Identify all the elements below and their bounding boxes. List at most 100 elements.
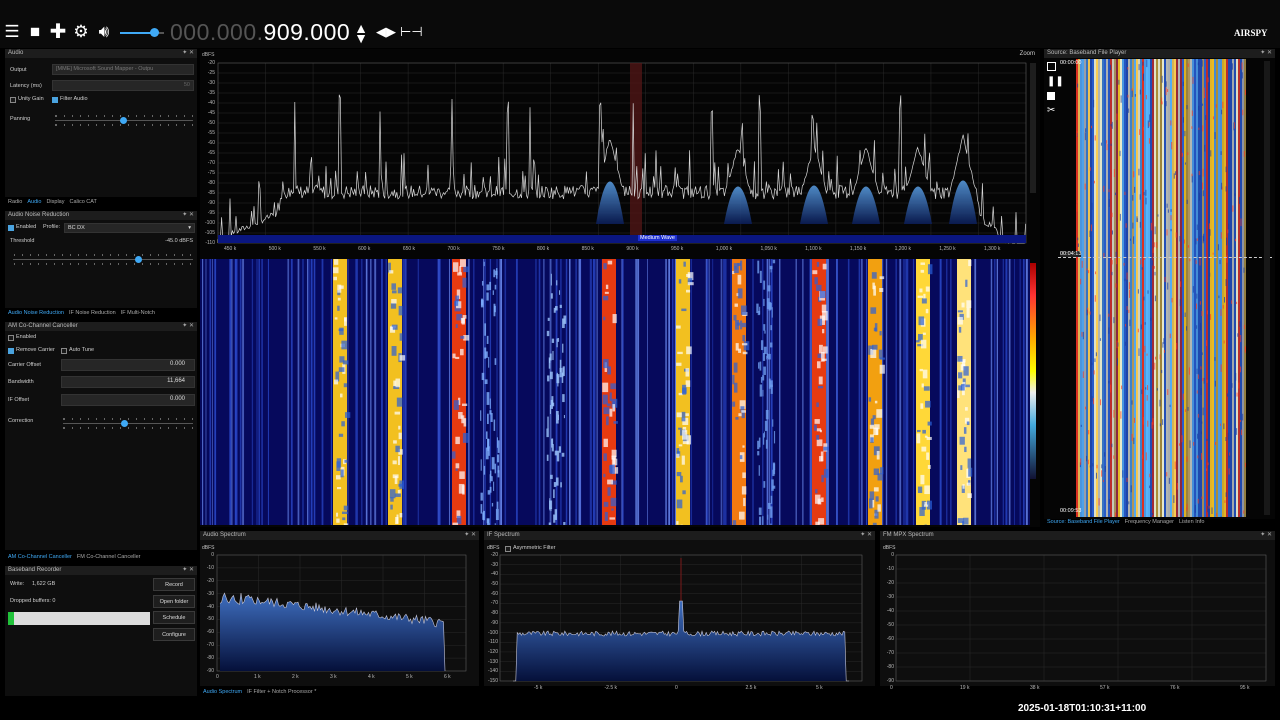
schedule-button[interactable]: Schedule [153, 611, 195, 624]
main-ytick: -100 [204, 220, 215, 226]
spectrum-plot[interactable] [200, 49, 1040, 259]
tab-display[interactable]: Display [46, 199, 64, 205]
band-bar [218, 235, 1026, 243]
auto-tune-checkbox[interactable] [61, 348, 67, 354]
volume-slider[interactable] [120, 28, 164, 37]
tab-if-filter[interactable]: IF Filter + Notch Processor * [247, 689, 316, 695]
filter-audio-checkbox[interactable] [52, 97, 58, 103]
main-ytick: -95 [207, 210, 215, 216]
pin-close-icon[interactable]: ✦ ✕ [182, 49, 194, 58]
frequency-display[interactable]: 000.000.909.000 [170, 19, 350, 45]
player-waterfall[interactable] [1076, 59, 1246, 517]
main-xtick: 850 k [581, 246, 594, 252]
tab-fm-cochannel[interactable]: FM Co-Channel Canceller [77, 554, 141, 560]
if-offset-label: IF Offset [8, 397, 29, 403]
tab-calico[interactable]: Calico CAT [70, 199, 97, 205]
timestamp: 2025-01-18T01:10:31+11:00 [1018, 703, 1147, 714]
panning-label: Panning [10, 116, 31, 122]
pin-close-icon[interactable]: ✦ ✕ [182, 322, 194, 331]
tab-frequency-manager[interactable]: Frequency Manager [1125, 519, 1174, 525]
main-ytick: -45 [207, 110, 215, 116]
if-spectrum-plot[interactable] [484, 531, 875, 686]
pin-close-icon[interactable]: ✦ ✕ [1260, 49, 1272, 58]
open-file-icon[interactable] [1047, 62, 1056, 71]
pin-close-icon[interactable]: ✦ ✕ [182, 566, 194, 575]
configure-button[interactable]: Configure [153, 628, 195, 641]
main-xtick: 950 k [671, 246, 684, 252]
add-icon[interactable]: ✚ [49, 22, 67, 42]
tab-file-player[interactable]: Source: Baseband File Player [1047, 519, 1120, 525]
spectrum-scrollbar[interactable] [1030, 63, 1036, 193]
latency-field[interactable]: 50 [52, 80, 194, 91]
open-folder-button[interactable]: Open folder [153, 595, 195, 608]
waterfall-colorbar[interactable] [1030, 263, 1036, 479]
main-ytick: -55 [207, 130, 215, 136]
carrier-offset-field[interactable]: 0.000 [61, 359, 195, 371]
nr-enabled-checkbox[interactable] [8, 225, 14, 231]
stop-icon[interactable]: ■ [27, 22, 43, 42]
main-xtick: 1,100 k [805, 246, 822, 252]
fm-ytick: -30 [886, 594, 894, 600]
main-ytick: -105 [204, 230, 215, 236]
audio-xtick: 3 k [330, 674, 337, 680]
audio-ytick: -80 [206, 655, 214, 662]
pin-close-icon[interactable]: ✦ ✕ [182, 211, 194, 220]
tune-updown-icon[interactable]: ▲ ▼ [354, 21, 368, 45]
player-scrollbar[interactable] [1264, 61, 1270, 515]
if-xtick: 2.5 k [745, 685, 757, 691]
tab-if-notch[interactable]: IF Multi-Notch [121, 310, 155, 316]
step-leftright-icon[interactable]: ◀▶ [376, 22, 396, 42]
if-offset-field[interactable]: 0.000 [61, 394, 195, 406]
speaker-icon[interactable]: 🔊︎ [94, 22, 114, 42]
time-end: 00:09:53 [1060, 508, 1082, 514]
threshold-thumb[interactable] [135, 256, 142, 263]
dropped-buffers-label: Dropped buffers: 0 [10, 598, 56, 604]
tab-audio-spectrum[interactable]: Audio Spectrum [203, 689, 242, 695]
if-ytick: -70 [490, 600, 498, 607]
audio-ytick: -70 [206, 642, 214, 649]
audio-panel-title: Audio [8, 50, 24, 56]
if-ytick: -60 [490, 590, 498, 597]
profile-label: Profile: [43, 224, 61, 230]
record-button[interactable]: Record [153, 578, 195, 591]
panning-thumb[interactable] [120, 117, 127, 124]
unity-gain-checkbox[interactable] [10, 97, 16, 103]
pause-icon[interactable]: ❚❚ [1047, 76, 1064, 87]
fm-ytick: -70 [886, 650, 894, 656]
toolbar: ☰ ■ ✚ ⚙ 🔊︎ 000.000.909.000 ▲ ▼ ◀▶ ⊢⊣ AIRS… [0, 0, 1280, 48]
remove-carrier-checkbox[interactable] [8, 348, 14, 354]
tab-if-nr[interactable]: IF Noise Reduction [69, 310, 116, 316]
main-xtick: 450 k [224, 246, 237, 252]
volume-thumb[interactable] [150, 28, 159, 37]
tab-listen-info[interactable]: Listen Info [1179, 519, 1204, 525]
output-select[interactable]: [MME] Microsoft Sound Mapper - Outpu [52, 64, 194, 75]
tab-radio[interactable]: Radio [8, 199, 22, 205]
bandwidth-field[interactable]: 11,664 [61, 376, 195, 388]
correction-thumb[interactable] [121, 420, 128, 427]
playhead-line[interactable] [1058, 257, 1272, 258]
tab-audio-nr[interactable]: Audio Noise Reduction [8, 310, 64, 316]
fm-ytick: -90 [886, 678, 894, 684]
fm-mpx-plot[interactable] [880, 531, 1275, 686]
audio-xtick: 6 k [444, 674, 451, 680]
tab-audio[interactable]: Audio [27, 199, 41, 205]
correction-slider[interactable] [63, 418, 193, 429]
main-waterfall[interactable] [200, 259, 1030, 525]
main-spectrum-panel[interactable]: Zoom dBFS -20 -25 -30 -35 -40 -45 -50 -55 -60 -65… [200, 49, 1040, 527]
recorder-header: Baseband Recorder ✦ ✕ [5, 566, 197, 575]
span-icon[interactable]: ⊢⊣ [400, 22, 423, 42]
panning-slider[interactable] [55, 115, 193, 126]
profile-select[interactable]: BC DX ▾ [64, 223, 195, 233]
gear-icon[interactable]: ⚙ [72, 22, 90, 42]
if-ytick: -90 [490, 619, 498, 626]
cut-icon[interactable]: ✂ [1047, 105, 1055, 116]
threshold-slider[interactable] [13, 254, 193, 265]
menu-icon[interactable]: ☰ [4, 22, 20, 42]
am-enabled-checkbox[interactable] [8, 335, 14, 341]
tab-am-cochannel[interactable]: AM Co-Channel Canceller [8, 554, 72, 560]
audio-spectrum-plot[interactable] [200, 531, 479, 686]
stop-icon[interactable] [1047, 92, 1055, 100]
main-xtick: 1,300 k [984, 246, 1001, 252]
main-xtick: 500 k [268, 246, 281, 252]
audio-ytick: -60 [206, 629, 214, 636]
